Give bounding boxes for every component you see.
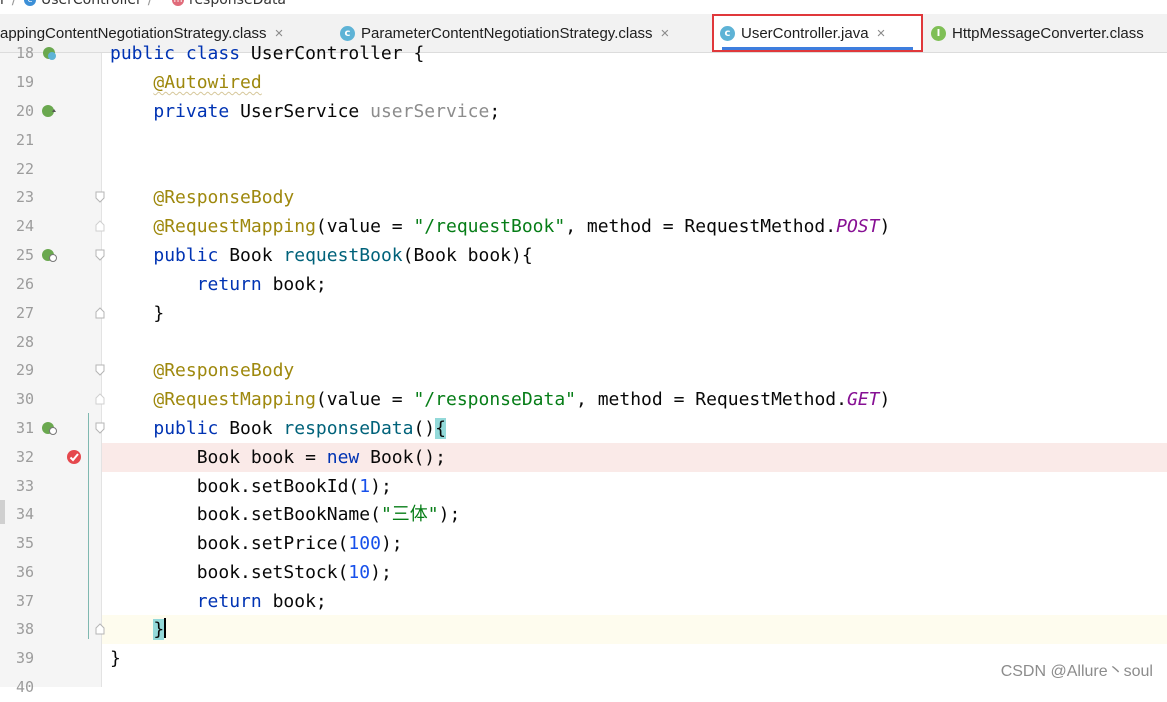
code-line-36[interactable]: 36 book.setStock(10); bbox=[0, 558, 1167, 587]
autowired-navigate-icon[interactable] bbox=[41, 103, 57, 119]
class-icon: c bbox=[24, 0, 36, 6]
code-line-25[interactable]: 25 public Book requestBook(Book book){ bbox=[0, 241, 1167, 270]
code-line-23[interactable]: 23 @ResponseBody bbox=[0, 183, 1167, 212]
fold-open-icon[interactable] bbox=[95, 364, 105, 376]
request-mapping-icon[interactable] bbox=[41, 420, 57, 436]
code-line-32[interactable]: 32 Book book = new Book(); bbox=[0, 443, 1167, 472]
code-line-19[interactable]: 19 @Autowired bbox=[0, 68, 1167, 97]
code-line-24[interactable]: 24 @RequestMapping(value = "/requestBook… bbox=[0, 212, 1167, 241]
fold-open-icon[interactable] bbox=[95, 249, 105, 261]
request-mapping-icon[interactable] bbox=[41, 247, 57, 263]
fold-close-icon[interactable] bbox=[95, 307, 105, 319]
code-line-27[interactable]: 27 } bbox=[0, 299, 1167, 328]
fold-guide-icon bbox=[95, 393, 105, 405]
code-line-34[interactable]: 34 book.setBookName("三体"); bbox=[0, 500, 1167, 529]
code-line-30[interactable]: 30 @RequestMapping(value = "/responseDat… bbox=[0, 385, 1167, 414]
code-line-33[interactable]: 33 book.setBookId(1); bbox=[0, 472, 1167, 501]
breakpoint-icon[interactable] bbox=[66, 449, 82, 465]
breadcrumb-item-method[interactable]: m responseData bbox=[172, 0, 286, 8]
method-icon: m bbox=[172, 0, 184, 6]
code-line-40[interactable]: 40 bbox=[0, 673, 1167, 702]
method-scope-guide bbox=[88, 413, 89, 639]
breadcrumb-separator: / bbox=[11, 0, 17, 8]
watermark: CSDN @Allure丶soul bbox=[1000, 663, 1153, 680]
code-line-38[interactable]: 38 } bbox=[0, 615, 1167, 644]
fold-open-icon[interactable] bbox=[95, 422, 105, 434]
code-line-18[interactable]: 18 public class UserController { bbox=[0, 39, 1167, 68]
code-line-37[interactable]: 37 return book; bbox=[0, 587, 1167, 616]
code-line-35[interactable]: 35 book.setPrice(100); bbox=[0, 529, 1167, 558]
breadcrumb-separator: / bbox=[147, 0, 153, 8]
breadcrumb: r / c UserController / m responseData bbox=[0, 0, 1167, 10]
code-line-21[interactable]: 21 bbox=[0, 126, 1167, 155]
fold-guide-icon bbox=[95, 220, 105, 232]
code-line-39[interactable]: 39 } bbox=[0, 644, 1167, 673]
code-line-31[interactable]: 31 public Book responseData(){ bbox=[0, 414, 1167, 443]
breadcrumb-item-class[interactable]: c UserController / bbox=[24, 0, 159, 8]
code-line-22[interactable]: 22 bbox=[0, 155, 1167, 184]
fold-open-icon[interactable] bbox=[95, 191, 105, 203]
code-line-20[interactable]: 20 private UserService userService; bbox=[0, 97, 1167, 126]
text-caret bbox=[164, 618, 167, 638]
fold-close-icon[interactable] bbox=[95, 623, 105, 635]
code-line-28[interactable]: 28 bbox=[0, 328, 1167, 357]
code-line-29[interactable]: 29 @ResponseBody bbox=[0, 356, 1167, 385]
code-line-26[interactable]: 26 return book; bbox=[0, 270, 1167, 299]
spring-bean-icon[interactable] bbox=[41, 45, 57, 61]
caret-line-highlight bbox=[102, 615, 1167, 644]
breadcrumb-item-package[interactable]: r / bbox=[0, 0, 22, 8]
